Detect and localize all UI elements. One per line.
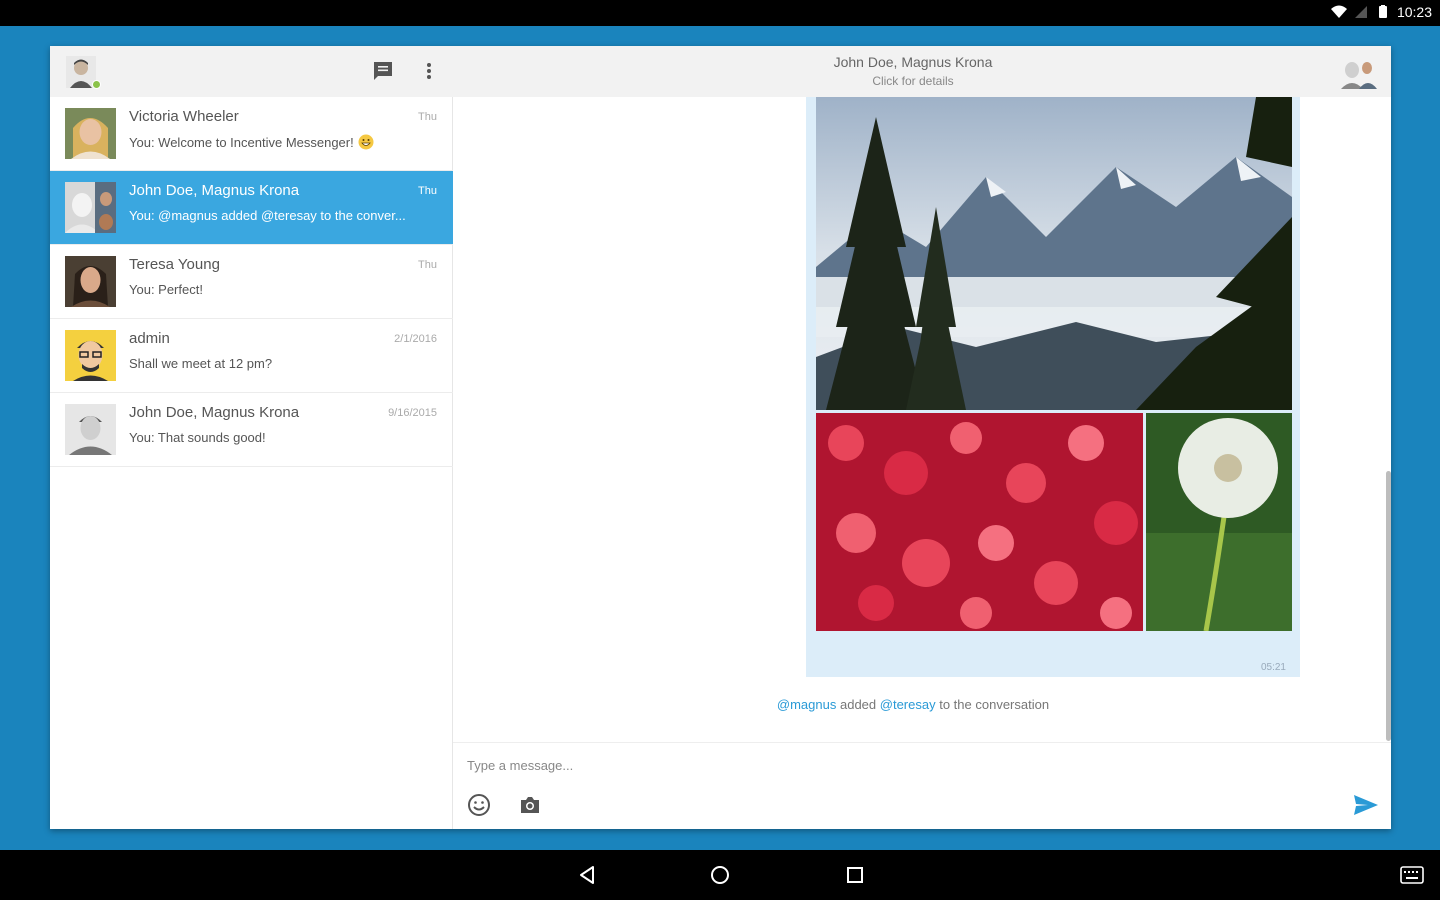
group-avatar[interactable] [1341, 57, 1377, 89]
red-bokeh-photo[interactable] [816, 413, 1143, 631]
chat-title: John Doe, Magnus Krona [833, 54, 993, 70]
conversation-name: John Doe, Magnus Krona [129, 182, 300, 199]
conversation-date: Thu [418, 185, 437, 197]
conversation-item[interactable]: Victoria Wheeler Thu You: Welcome to Inc… [50, 97, 453, 171]
conversation-name: Victoria Wheeler [129, 108, 239, 125]
online-status-dot [92, 80, 101, 89]
conversation-pane: Victoria Wheeler Thu You: Welcome to Inc… [50, 46, 453, 829]
conversation-preview: You: @magnus added @teresay to the conve… [129, 208, 406, 223]
mention-link[interactable]: @teresay [880, 697, 936, 712]
group-avatar [65, 182, 116, 233]
back-icon[interactable] [575, 863, 599, 887]
conversation-item[interactable]: Teresa Young Thu You: Perfect! [50, 245, 453, 319]
conversation-item[interactable]: John Doe, Magnus Krona Thu You: @magnus … [50, 171, 453, 245]
navigation-bar [0, 850, 1440, 900]
conversation-name: admin [129, 330, 170, 347]
chat-scrollbar[interactable] [1386, 471, 1391, 741]
conversation-list: Victoria Wheeler Thu You: Welcome to Inc… [50, 97, 453, 467]
chat-details-link[interactable]: Click for details [453, 74, 1373, 88]
message-timestamp: 05:21 [1260, 662, 1286, 673]
conversation-item[interactable]: admin 2/1/2016 Shall we meet at 12 pm? [50, 319, 453, 393]
contact-avatar [65, 404, 116, 455]
battery-icon [1378, 5, 1387, 18]
conversation-list-header [50, 46, 453, 97]
conversation-date: 2/1/2016 [394, 333, 437, 345]
conversation-date: 9/16/2015 [388, 407, 437, 419]
status-bar: 10:23 [0, 0, 1440, 26]
contact-avatar [65, 256, 116, 307]
conversation-preview: You: Welcome to Incentive Messenger! [129, 134, 439, 150]
conversation-name: John Doe, Magnus Krona [129, 404, 300, 421]
mountain-photo[interactable] [816, 97, 1292, 410]
home-icon[interactable] [708, 863, 732, 887]
chat-header[interactable]: John Doe, Magnus Krona Click for details [453, 46, 1391, 97]
chat-pane: John Doe, Magnus Krona Click for details [453, 46, 1391, 829]
message-input[interactable] [467, 751, 1347, 779]
conversation-preview: Shall we meet at 12 pm? [129, 356, 273, 371]
conversation-item[interactable]: John Doe, Magnus Krona 9/16/2015 You: Th… [50, 393, 453, 467]
camera-icon[interactable] [518, 793, 542, 817]
mention-link[interactable]: @magnus [777, 697, 836, 712]
recent-apps-icon[interactable] [843, 863, 867, 887]
new-conversation-icon[interactable] [372, 60, 394, 82]
send-icon[interactable] [1353, 793, 1379, 817]
conversation-name: Teresa Young [129, 256, 220, 273]
conversation-date: Thu [418, 111, 437, 123]
messenger-window: Victoria Wheeler Thu You: Welcome to Inc… [50, 46, 1391, 829]
message-composer [453, 742, 1391, 829]
conversation-preview: You: That sounds good! [129, 430, 266, 445]
grinning-emoji-icon [358, 134, 374, 150]
image-message-bubble: 05:21 [806, 97, 1300, 677]
conversation-preview: You: Perfect! [129, 282, 203, 297]
emoji-icon[interactable] [467, 793, 491, 817]
clock: 10:23 [1396, 4, 1432, 20]
more-options-icon[interactable] [419, 60, 439, 82]
contact-avatar [65, 330, 116, 381]
system-message: @magnus added @teresay to the conversati… [776, 697, 1050, 712]
wifi-icon [1330, 5, 1347, 18]
signal-icon [1354, 6, 1367, 18]
contact-avatar [65, 108, 116, 159]
status-icons: 10:23 [1330, 4, 1432, 20]
dandelion-photo[interactable] [1146, 413, 1292, 631]
keyboard-icon[interactable] [1400, 866, 1424, 884]
conversation-date: Thu [418, 259, 437, 271]
